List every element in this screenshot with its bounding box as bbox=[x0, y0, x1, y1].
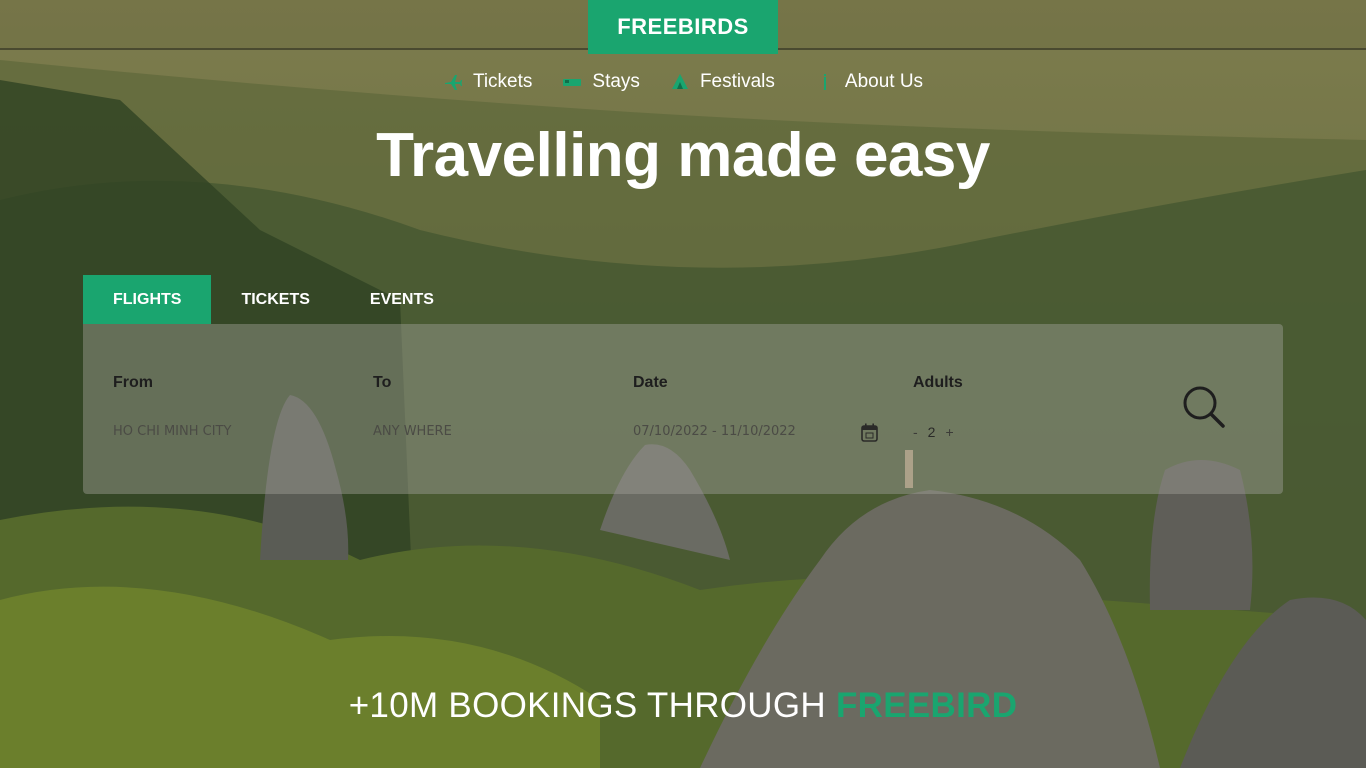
nav-item-label: Tickets bbox=[472, 71, 533, 92]
nav-item-stays[interactable]: Stays bbox=[562, 68, 640, 96]
search-icon[interactable] bbox=[1181, 384, 1227, 430]
tab-events[interactable]: EVENTS bbox=[340, 275, 464, 324]
nav-item-tickets[interactable]: Tickets bbox=[443, 68, 532, 96]
main-nav: Tickets Stays Festivals About Us bbox=[0, 68, 1366, 96]
bed-icon bbox=[562, 72, 582, 92]
decrement-button[interactable]: - bbox=[913, 424, 918, 440]
date-input[interactable]: 07/10/2022 - 11/10/2022 bbox=[633, 424, 796, 439]
from-label: From bbox=[113, 374, 153, 391]
calendar-icon[interactable] bbox=[861, 423, 878, 442]
from-input[interactable]: HO CHI MINH CITY bbox=[113, 424, 231, 439]
nav-item-label: About Us bbox=[844, 71, 924, 92]
to-field[interactable]: To ANY WHERE bbox=[373, 374, 452, 439]
hero-title: Travelling made easy bbox=[376, 121, 990, 190]
adults-stepper: - 2 + bbox=[913, 424, 954, 440]
adults-count: 2 bbox=[927, 424, 936, 440]
bookings-banner: +10M BOOKINGS THROUGH FREEBIRD bbox=[0, 686, 1366, 726]
search-panel: From HO CHI MINH CITY To ANY WHERE Date … bbox=[83, 324, 1283, 494]
nav-item-label: Festivals bbox=[699, 71, 775, 92]
tab-tickets[interactable]: TICKETS bbox=[211, 275, 339, 324]
nav-item-about-us[interactable]: About Us bbox=[815, 68, 923, 96]
search-tabs: FLIGHTS TICKETS EVENTS bbox=[83, 275, 464, 324]
nav-item-festivals[interactable]: Festivals bbox=[670, 68, 775, 96]
date-field[interactable]: Date 07/10/2022 - 11/10/2022 bbox=[633, 374, 796, 439]
bookings-text: +10M BOOKINGS THROUGH bbox=[348, 686, 836, 725]
brand-logo[interactable]: FREEBIRDS bbox=[588, 0, 778, 54]
nav-item-label: Stays bbox=[592, 71, 640, 92]
adults-field: Adults - 2 + bbox=[913, 374, 963, 440]
to-label: To bbox=[373, 374, 392, 391]
info-icon bbox=[815, 72, 835, 92]
tab-flights[interactable]: FLIGHTS bbox=[83, 275, 212, 324]
plane-icon bbox=[443, 72, 463, 92]
date-label: Date bbox=[633, 374, 668, 391]
from-field[interactable]: From HO CHI MINH CITY bbox=[113, 374, 231, 439]
increment-button[interactable]: + bbox=[945, 424, 953, 440]
to-input[interactable]: ANY WHERE bbox=[373, 424, 452, 439]
tent-icon bbox=[670, 72, 690, 92]
bookings-brand: FREEBIRD bbox=[836, 686, 1018, 725]
adults-label: Adults bbox=[913, 374, 963, 391]
